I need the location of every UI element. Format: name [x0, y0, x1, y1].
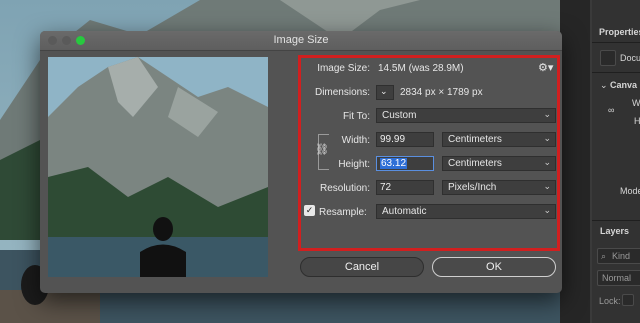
properties-tab[interactable]: Properties — [599, 27, 640, 37]
gear-icon[interactable]: ⚙▾ — [538, 61, 553, 74]
tool-panel-strip — [560, 0, 590, 323]
fit-to-select[interactable]: Custom ⌄ — [376, 108, 556, 123]
height-unit-value: Centimeters — [448, 158, 502, 169]
canvas-width-label: W — [632, 98, 640, 108]
resample-label: Resample: — [319, 207, 367, 218]
canvas-section-title[interactable]: Canva — [610, 80, 637, 90]
dimensions-label: Dimensions: — [314, 87, 370, 98]
image-size-dialog: Image Size Image Size: 14.5M (was 28.9M)… — [40, 31, 562, 293]
resample-method-value: Automatic — [382, 206, 427, 217]
panel-divider — [592, 72, 640, 73]
fit-to-value: Custom — [382, 110, 417, 121]
resample-method-select[interactable]: Automatic ⌄ — [376, 204, 556, 219]
resolution-input[interactable]: 72 — [376, 180, 434, 195]
canvas-chevron-icon[interactable]: ⌄ — [600, 80, 608, 91]
blend-mode-value: Normal — [602, 273, 632, 283]
kind-label: Kind — [612, 251, 631, 261]
height-value: 63.12 — [380, 158, 408, 169]
dimensions-toggle[interactable]: ⌄ — [376, 85, 394, 100]
document-label: Docu — [620, 53, 640, 63]
resolution-label: Resolution: — [319, 183, 370, 194]
cancel-button[interactable]: Cancel — [300, 257, 424, 277]
canvas-height-label: H — [634, 116, 640, 126]
width-input[interactable]: 99.99 — [376, 132, 434, 147]
ok-button[interactable]: OK — [432, 257, 556, 277]
chevron-down-icon: ⌄ — [543, 181, 551, 191]
layer-kind-filter[interactable]: ⌕ Kind — [597, 248, 640, 264]
resolution-unit-value: Pixels/Inch — [448, 182, 497, 193]
chevron-down-icon: ⌄ — [543, 157, 551, 167]
height-input[interactable]: 63.12 — [376, 156, 434, 171]
image-size-label: Image Size: — [317, 63, 370, 74]
panel-divider — [592, 220, 640, 221]
dialog-title: Image Size — [273, 34, 329, 46]
panel-divider — [592, 42, 640, 43]
image-preview[interactable] — [48, 57, 268, 277]
width-unit-select[interactable]: Centimeters ⌄ — [442, 132, 556, 147]
document-icon — [600, 50, 616, 66]
lock-label: Lock: — [599, 296, 621, 306]
layers-tab[interactable]: Layers — [600, 226, 629, 236]
blend-mode-select[interactable]: Normal — [597, 270, 640, 286]
dialog-titlebar: Image Size — [40, 31, 562, 51]
height-unit-select[interactable]: Centimeters ⌄ — [442, 156, 556, 171]
image-size-value: 14.5M (was 28.9M) — [378, 63, 464, 74]
search-icon: ⌕ — [601, 251, 607, 261]
resolution-unit-select[interactable]: Pixels/Inch ⌄ — [442, 180, 556, 195]
resolution-value: 72 — [380, 182, 392, 193]
lock-pixels-toggle[interactable] — [622, 294, 634, 306]
chevron-down-icon: ⌄ — [543, 133, 551, 143]
width-value: 99.99 — [380, 134, 406, 145]
width-unit-value: Centimeters — [448, 134, 502, 145]
chevron-down-icon: ⌄ — [380, 86, 388, 96]
width-label: Width: — [341, 135, 370, 146]
fit-to-label: Fit To: — [342, 111, 370, 122]
mode-label: Mode — [620, 186, 640, 196]
chevron-down-icon: ⌄ — [543, 109, 551, 119]
dimensions-value: 2834 px × 1789 px — [400, 87, 483, 98]
preview-photo — [48, 57, 268, 277]
height-label: Height: — [338, 159, 370, 170]
link-icon[interactable]: ∞ — [608, 105, 614, 115]
chevron-down-icon: ⌄ — [543, 205, 551, 215]
resample-checkbox[interactable]: ✓ — [304, 205, 315, 216]
highlight-frame — [298, 55, 560, 251]
